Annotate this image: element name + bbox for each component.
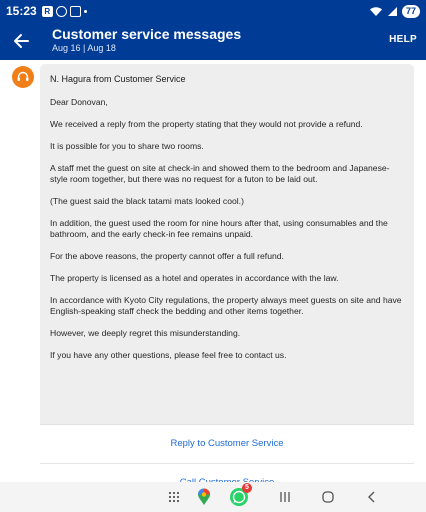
recents-button[interactable]: [277, 487, 293, 507]
reply-to-customer-service-button[interactable]: Reply to Customer Service: [40, 425, 414, 463]
r-icon: R: [41, 5, 53, 17]
app-bar: Customer service messages Aug 16 | Aug 1…: [0, 22, 426, 60]
message-paragraph: (The guest said the black tatami mats lo…: [50, 196, 244, 206]
grid-icon: [168, 491, 180, 503]
arrow-left-icon: [14, 34, 29, 48]
message-paragraph: However, we deeply regret this misunders…: [50, 328, 241, 338]
back-button[interactable]: [8, 28, 34, 54]
message-paragraph: For the above reasons, the property cann…: [50, 251, 284, 261]
back-nav-button[interactable]: [364, 487, 380, 507]
customer-service-avatar: [12, 66, 34, 88]
dot-icon: [83, 9, 87, 13]
message-paragraph: The property is licensed as a hotel and …: [50, 273, 339, 283]
chevron-left-icon: [368, 491, 375, 503]
status-bar: 15:23 R 77: [0, 0, 426, 22]
home-button[interactable]: [320, 487, 336, 507]
battery-indicator: 77: [401, 4, 420, 18]
message-paragraph: A staff met the guest on site at check-i…: [50, 163, 390, 184]
image-icon: [69, 5, 81, 17]
message-paragraph: In accordance with Kyoto City regulation…: [50, 295, 402, 316]
help-button[interactable]: HELP: [389, 34, 417, 45]
message-actions: Reply to Customer Service Call Customer …: [40, 424, 414, 482]
page-subtitle: Aug 16 | Aug 18: [52, 43, 116, 53]
message-bubble: N. Hagura from Customer Service Dear Don…: [40, 64, 414, 482]
message-thread[interactable]: N. Hagura from Customer Service Dear Don…: [0, 60, 426, 482]
message-paragraph: We received a reply from the property st…: [50, 119, 363, 129]
home-icon: [322, 491, 334, 503]
notification-badge: 5: [242, 483, 252, 493]
notification-icons: R: [41, 5, 87, 17]
message-paragraph: In addition, the guest used the room for…: [50, 218, 388, 239]
message-body: N. Hagura from Customer Service Dear Don…: [40, 64, 414, 361]
status-time: 15:23: [6, 4, 37, 18]
page-title: Customer service messages: [52, 26, 242, 42]
message-sender: N. Hagura from Customer Service: [50, 74, 186, 84]
recents-icon: [280, 492, 290, 502]
signal-icon: [387, 6, 397, 16]
headset-icon: [17, 71, 29, 81]
system-nav-bar: 5: [0, 482, 426, 512]
message-paragraph: It is possible for you to share two room…: [50, 141, 204, 151]
message-paragraph: Dear Donovan,: [50, 97, 108, 107]
whatsapp-app-button[interactable]: 5: [229, 483, 252, 507]
app-drawer-button[interactable]: [166, 487, 182, 507]
maps-app-button[interactable]: [195, 487, 213, 507]
whatsapp-icon: [55, 5, 67, 17]
call-customer-service-button[interactable]: Call Customer Service: [40, 464, 414, 482]
message-paragraph: If you have any other questions, please …: [50, 350, 287, 360]
wifi-icon: [369, 6, 382, 16]
map-pin-icon: [198, 488, 210, 505]
